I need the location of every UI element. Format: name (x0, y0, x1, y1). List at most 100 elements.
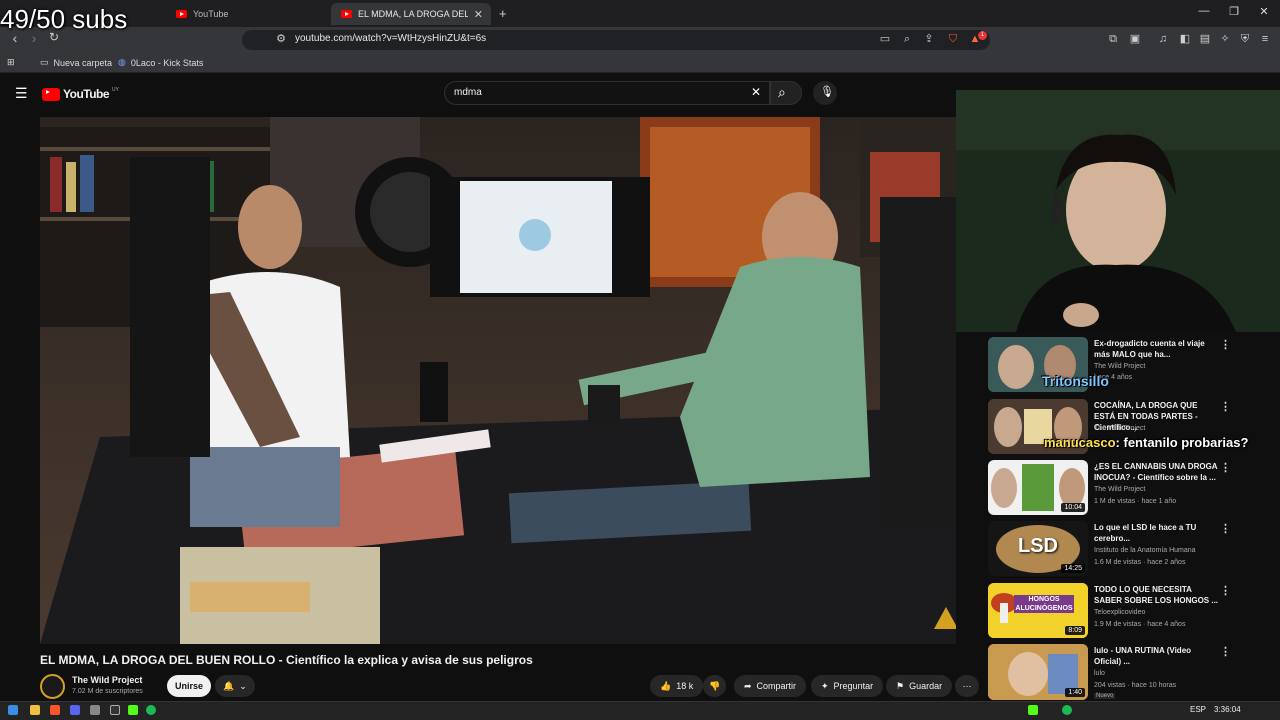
more-horizontal-icon: ⋯ (962, 680, 972, 691)
apps-grid-icon[interactable]: ⊞ (7, 57, 15, 68)
rec-title[interactable]: ¿ES EL CANNABIS UNA DROGA INOCUA? - Cien… (1094, 461, 1218, 483)
media-icon[interactable]: ♫ (1156, 32, 1170, 46)
share-icon[interactable]: ⇪ (922, 32, 936, 46)
rec-channel[interactable]: The Wild Project (1094, 486, 1145, 493)
brave-taskbar-icon[interactable] (50, 705, 60, 715)
sparkle-icon: ✦ (821, 680, 829, 691)
rec-title[interactable]: Lo que el LSD le hace a TU cerebro... (1094, 522, 1218, 544)
search-query: mdma (454, 87, 482, 98)
rec-thumbnail[interactable]: 10:04 (988, 460, 1088, 515)
rec-thumbnail[interactable]: LSD 14:25 (988, 521, 1088, 576)
screenshot-icon[interactable]: ▣ (1128, 32, 1142, 46)
language-indicator[interactable]: ESP (1190, 705, 1206, 714)
zoom-icon[interactable]: ⌕ (900, 32, 914, 46)
vpn-icon[interactable]: ⛨ (1238, 32, 1252, 46)
chevron-down-icon: ⌄ (239, 680, 247, 691)
wallet-icon[interactable]: ▤ (1198, 32, 1212, 46)
share-button[interactable]: ➦ Compartir (734, 675, 807, 697)
site-info-icon[interactable]: ⚙ (274, 32, 288, 46)
clock[interactable]: 3:36:04 (1214, 705, 1241, 714)
shield-badge: 1 (978, 31, 987, 40)
thumbnail-text: HONGOS ALUCINÓGENOS (1014, 595, 1074, 613)
new-badge: Nuevo (1094, 693, 1116, 699)
discord-taskbar-icon[interactable] (70, 705, 80, 715)
rec-title[interactable]: Ex-drogadicto cuenta el viaje más MALO q… (1094, 338, 1218, 360)
bookmark-folder[interactable]: ▭ Nueva carpeta (40, 57, 112, 68)
chat-message: : fentanilo probarias? (1115, 435, 1249, 450)
more-options-icon[interactable]: ⋮ (1220, 522, 1231, 535)
like-button[interactable]: 👍 18 k (650, 675, 704, 697)
extensions-icon[interactable]: ⧉ (1106, 32, 1120, 46)
tray-spotify-icon[interactable] (1062, 705, 1072, 715)
webcam-scene (956, 90, 1280, 332)
video-duration: 10:04 (1061, 503, 1085, 512)
file-explorer-icon[interactable] (30, 705, 40, 715)
youtube-favicon-icon (176, 10, 187, 18)
rec-channel[interactable]: Instituto de la Anatomía Humana (1094, 547, 1196, 554)
chat-username: manucasco (1044, 435, 1116, 450)
clear-search-icon[interactable]: ✕ (751, 85, 761, 99)
tab-label: YouTube (193, 9, 229, 19)
more-options-icon[interactable]: ⋮ (1220, 338, 1231, 351)
brave-shield-icon[interactable]: ⛉ (946, 32, 960, 46)
new-tab-button[interactable]: + (499, 6, 507, 21)
tray-kick-icon[interactable] (1028, 705, 1038, 715)
youtube-logo-text: YouTube (63, 87, 110, 101)
search-input[interactable] (444, 81, 770, 105)
more-options-icon[interactable]: ⋮ (1220, 461, 1231, 474)
notifications-button[interactable]: 🔔 ⌄ (215, 675, 255, 697)
more-options-icon[interactable]: ⋮ (1220, 645, 1231, 658)
rec-meta: 1 M de vistas · hace 1 año (1094, 498, 1177, 505)
menu-icon[interactable]: ≡ (1258, 32, 1272, 46)
cast-icon[interactable]: ▭ (878, 32, 892, 46)
chat-username: Tritonsillo (1042, 373, 1109, 389)
rec-title[interactable]: lulo - UNA RUTINA (Video Oficial) ... (1094, 645, 1218, 667)
rec-meta: 204 vistas · hace 10 horas (1094, 682, 1177, 689)
youtube-favicon-icon (341, 10, 352, 18)
dislike-button[interactable]: 👎 (703, 675, 727, 697)
folder-icon: ▭ (40, 57, 49, 67)
rec-channel[interactable]: lulo (1094, 670, 1105, 677)
rec-channel[interactable]: The Wild Project (1094, 363, 1145, 370)
tab-youtube[interactable]: YouTube (166, 3, 326, 25)
join-button[interactable]: Unirse (167, 675, 211, 697)
minimize-icon[interactable]: — (1190, 5, 1218, 17)
rec-thumbnail[interactable]: 1:40 (988, 644, 1088, 700)
video-player[interactable] (40, 117, 956, 644)
bookmark-kick-stats[interactable]: ◍ 0Laco - Kick Stats (118, 57, 203, 68)
more-options-icon[interactable]: ⋮ (1220, 584, 1231, 597)
ask-button[interactable]: ✦ Preguntar (811, 675, 884, 697)
more-actions-button[interactable]: ⋯ (955, 675, 979, 697)
rec-title[interactable]: TODO LO QUE NECESITA SABER SOBRE LOS HON… (1094, 584, 1218, 606)
spotify-taskbar-icon[interactable] (146, 705, 156, 715)
channel-avatar[interactable] (40, 674, 65, 699)
start-icon[interactable] (8, 705, 18, 715)
video-frame-scene (40, 117, 956, 644)
rec-channel[interactable]: Teloexplicovideo (1094, 609, 1145, 616)
kick-taskbar-icon[interactable] (128, 705, 138, 715)
rec-channel[interactable]: The Wild Project (1094, 425, 1145, 432)
save-button[interactable]: ⚑ Guardar (886, 675, 953, 697)
ask-label: Preguntar (833, 681, 874, 691)
video-duration: 1:40 (1065, 688, 1085, 697)
close-window-icon[interactable]: ✕ (1250, 5, 1278, 18)
tab-active-video[interactable]: EL MDMA, LA DROGA DEL BUEN ROLLO ✕ (331, 3, 491, 25)
save-label: Guardar (909, 681, 943, 691)
hamburger-menu-icon[interactable]: ☰ (15, 85, 28, 102)
app-taskbar-icon[interactable] (90, 705, 100, 715)
url-text[interactable]: youtube.com/watch?v=WtHzysHinZU&t=6s (295, 33, 486, 44)
leo-icon[interactable]: ✧ (1218, 32, 1232, 46)
microphone-icon: 🎙 (820, 86, 834, 98)
search-button[interactable] (770, 81, 802, 105)
rec-thumbnail[interactable]: HONGOS ALUCINÓGENOS 8:09 (988, 583, 1088, 638)
restore-icon[interactable]: ❐ (1220, 5, 1248, 18)
tab-close-icon[interactable]: ✕ (474, 8, 483, 21)
channel-name[interactable]: The Wild Project (72, 675, 142, 685)
sidebar-icon[interactable]: ◧ (1178, 32, 1192, 46)
share-arrow-icon: ➦ (744, 680, 752, 691)
youtube-logo[interactable]: YouTube UY (42, 87, 119, 101)
bookmark-label: Nueva carpeta (53, 57, 113, 68)
obs-taskbar-icon[interactable] (110, 705, 120, 715)
bookmark-label: 0Laco - Kick Stats (130, 57, 204, 68)
more-options-icon[interactable]: ⋮ (1220, 400, 1231, 413)
